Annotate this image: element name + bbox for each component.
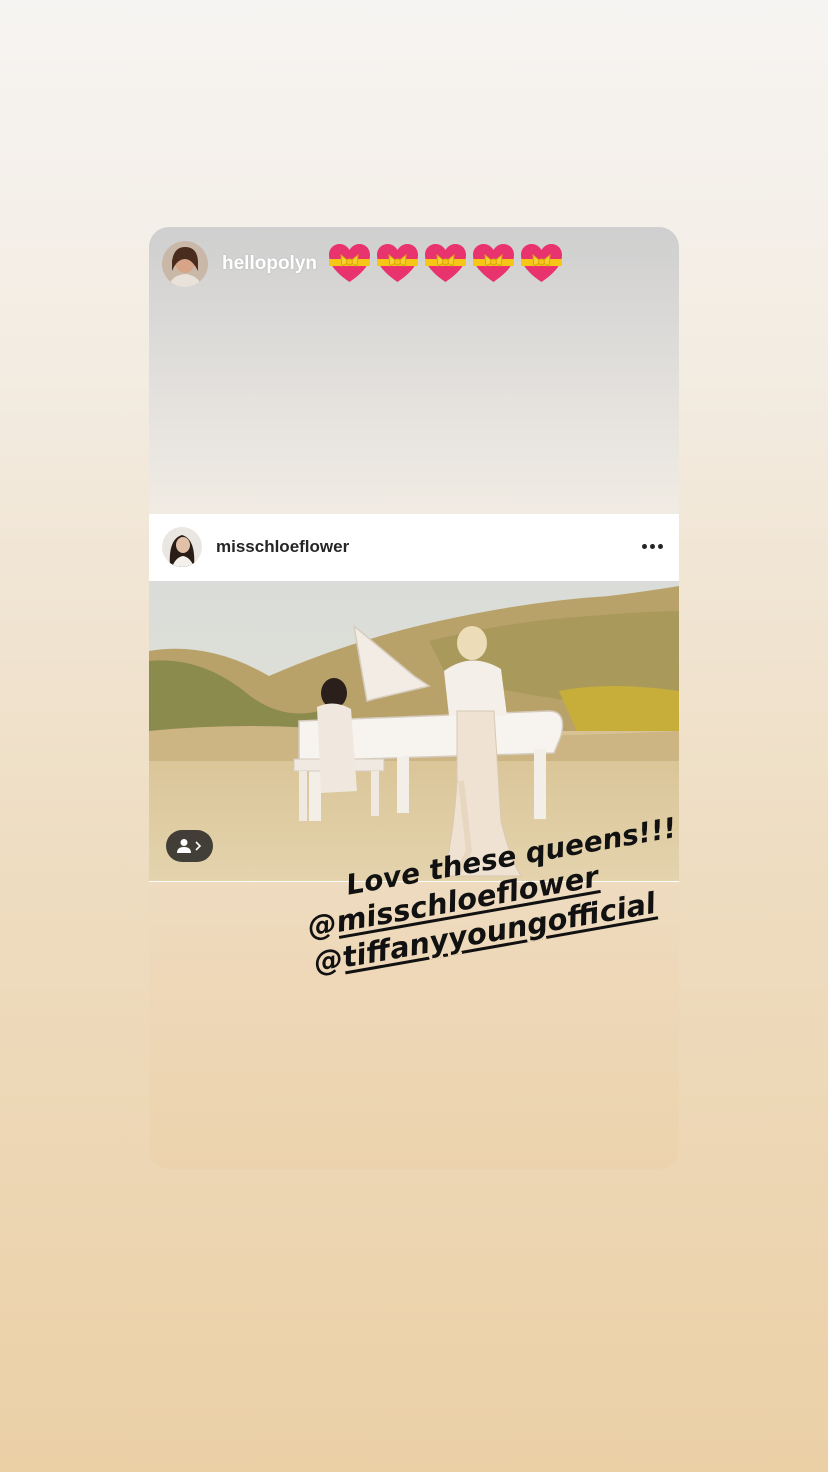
- embedded-post-username[interactable]: misschloeflower: [216, 537, 349, 557]
- gift-heart-icon: [377, 243, 418, 282]
- story-card[interactable]: hellopolyn misschloeflower Love these qu…: [149, 227, 679, 1169]
- story-header: hellopolyn: [162, 240, 564, 288]
- gift-heart-icon: [425, 243, 466, 282]
- story-username[interactable]: hellopolyn: [222, 253, 317, 275]
- gift-heart-icon: [329, 243, 370, 282]
- reaction-emojis: [327, 242, 564, 287]
- user-tag-icon[interactable]: [166, 830, 213, 862]
- more-horizontal-icon[interactable]: [642, 544, 663, 549]
- story-avatar[interactable]: [162, 241, 208, 287]
- embedded-post-header: misschloeflower: [149, 514, 679, 580]
- gift-heart-icon: [521, 243, 562, 282]
- gift-heart-icon: [473, 243, 514, 282]
- embedded-post-avatar[interactable]: [162, 527, 202, 567]
